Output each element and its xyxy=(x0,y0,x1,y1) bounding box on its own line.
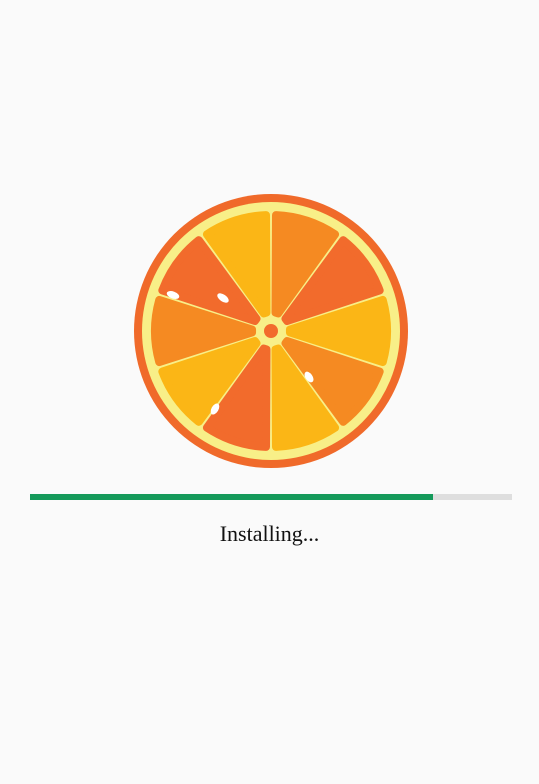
installer-splash: Installing... xyxy=(0,0,539,784)
install-progress-fill xyxy=(30,494,434,500)
orange-slice-graphic xyxy=(134,194,408,468)
orange-core xyxy=(264,324,278,338)
install-status-text: Installing... xyxy=(219,521,320,546)
orange-slice-icon xyxy=(133,193,409,469)
install-progress-bar xyxy=(30,494,512,500)
